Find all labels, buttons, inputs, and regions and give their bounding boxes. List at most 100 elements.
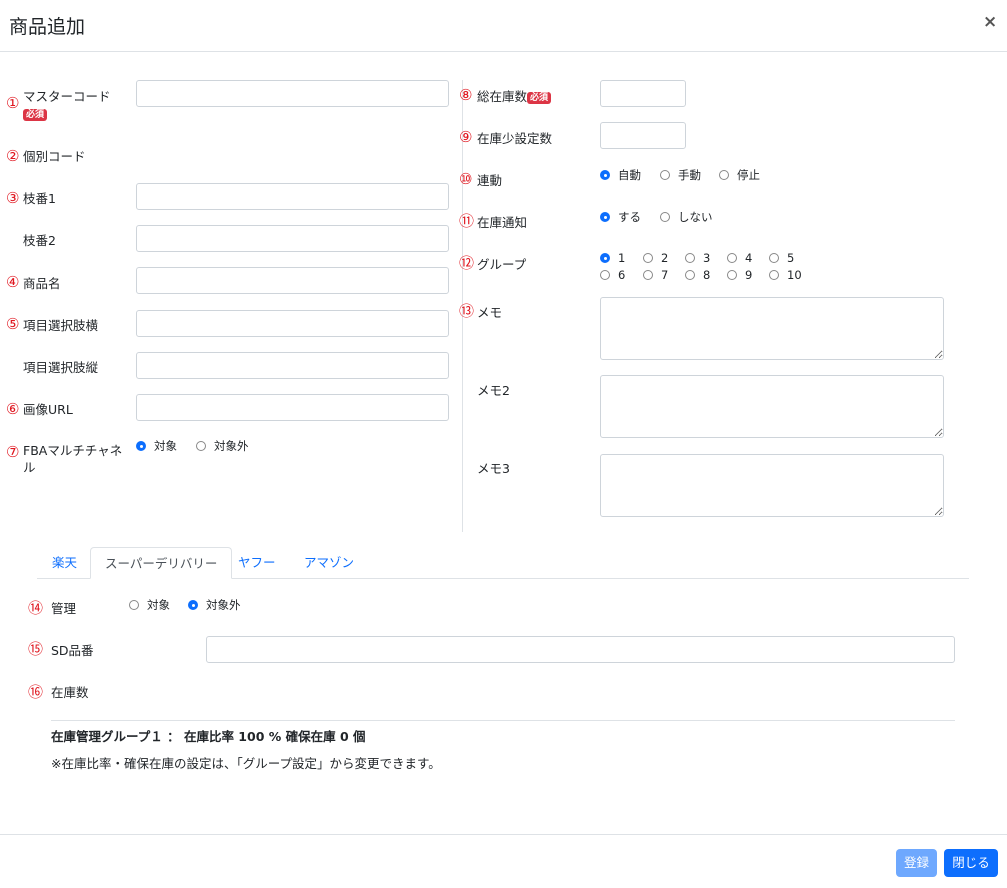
radio-indicator (769, 270, 779, 280)
group-option-8: 8 (703, 268, 711, 282)
memo2-textarea[interactable] (600, 375, 944, 438)
radio-indicator (600, 212, 610, 222)
group-radio-6[interactable]: 6 (600, 268, 625, 282)
memo3-label: メモ3 (477, 461, 510, 476)
branch1-input[interactable] (136, 183, 449, 210)
group-option-4: 4 (745, 251, 753, 265)
manage-radio-target[interactable]: 対象 (129, 597, 170, 613)
group-radio-8[interactable]: 8 (685, 268, 710, 282)
item-vertical-label: 項目選択肢縦 (23, 360, 99, 375)
manage-label: 管理 (51, 601, 77, 616)
radio-indicator (188, 600, 198, 610)
branch2-label: 枝番2 (23, 233, 56, 248)
marker-3: ③ (6, 189, 20, 207)
fba-radio-nontarget[interactable]: 対象外 (196, 438, 249, 454)
header-divider (0, 51, 1007, 52)
tab-yahoo[interactable]: ヤフー (224, 547, 290, 579)
fba-label: FBAマルチチャネル (23, 443, 123, 475)
image-url-input[interactable] (136, 394, 449, 421)
modal-title: 商品追加 (9, 16, 86, 38)
radio-indicator (719, 170, 729, 180)
register-button[interactable]: 登録 (896, 849, 937, 877)
required-badge: 必須 (527, 91, 552, 104)
manage-option-nontarget: 対象外 (206, 598, 241, 612)
group-radio-7[interactable]: 7 (643, 268, 668, 282)
sd-code-label: SD品番 (51, 643, 94, 658)
marker-5: ⑤ (6, 315, 20, 333)
marker-13: ⑬ (459, 302, 475, 320)
marker-4: ④ (6, 273, 20, 291)
notify-option-yes: する (618, 210, 641, 224)
manage-radio-nontarget[interactable]: 対象外 (188, 597, 241, 613)
group-option-10: 10 (787, 268, 802, 282)
master-code-label-text: マスターコード (23, 89, 111, 104)
marker-16: ⑯ (28, 683, 44, 701)
notify-radio-no[interactable]: しない (660, 209, 713, 225)
low-stock-input[interactable] (600, 122, 686, 149)
radio-indicator (660, 212, 670, 222)
radio-indicator (600, 170, 610, 180)
marker-8: ⑧ (459, 86, 473, 104)
marker-12: ⑫ (459, 254, 475, 272)
group-radio-3[interactable]: 3 (685, 251, 710, 265)
radio-indicator (643, 270, 653, 280)
link-radio-stop[interactable]: 停止 (719, 167, 760, 183)
item-horizontal-input[interactable] (136, 310, 449, 337)
group-label: グループ (477, 257, 527, 272)
group-radio-9[interactable]: 9 (727, 268, 752, 282)
radio-indicator (600, 270, 610, 280)
link-label: 連動 (477, 173, 503, 188)
master-code-label: マスターコード必須 (23, 88, 133, 122)
branch2-input[interactable] (136, 225, 449, 252)
tab-rakuten[interactable]: 楽天 (38, 547, 91, 579)
radio-indicator (727, 270, 737, 280)
item-horizontal-label: 項目選択肢横 (23, 318, 99, 333)
item-vertical-input[interactable] (136, 352, 449, 379)
close-icon[interactable]: × (983, 12, 997, 32)
branch1-label: 枝番1 (23, 191, 56, 206)
memo-textarea[interactable] (600, 297, 944, 360)
radio-indicator (685, 270, 695, 280)
radio-indicator (196, 441, 206, 451)
radio-indicator (685, 253, 695, 263)
image-url-label: 画像URL (23, 402, 73, 417)
required-badge: 必須 (23, 108, 48, 121)
fba-option-nontarget: 対象外 (214, 439, 249, 453)
group-option-6: 6 (618, 268, 626, 282)
group-radio-5[interactable]: 5 (769, 251, 794, 265)
product-name-input[interactable] (136, 267, 449, 294)
sd-code-input[interactable] (206, 636, 955, 663)
total-stock-label: 総在庫数 必須 (477, 88, 552, 105)
stock-note: ※在庫比率・確保在庫の設定は、「グループ設定」から変更できます。 (51, 756, 441, 771)
marker-11: ⑪ (459, 212, 475, 230)
group-radio-2[interactable]: 2 (643, 251, 668, 265)
footer-divider (0, 834, 1007, 835)
master-code-input[interactable] (136, 80, 449, 107)
tab-super-delivery[interactable]: スーパーデリバリー (90, 547, 233, 579)
notify-radio-yes[interactable]: する (600, 209, 641, 225)
tab-amazon[interactable]: アマゾン (290, 547, 368, 579)
fba-option-target: 対象 (154, 439, 177, 453)
group-option-9: 9 (745, 268, 753, 282)
radio-indicator (769, 253, 779, 263)
memo3-textarea[interactable] (600, 454, 944, 517)
stock-label: 在庫数 (51, 685, 89, 700)
memo2-label: メモ2 (477, 383, 510, 398)
link-radio-auto[interactable]: 自動 (600, 167, 641, 183)
marker-15: ⑮ (28, 640, 44, 658)
link-option-stop: 停止 (737, 168, 760, 182)
total-stock-input[interactable] (600, 80, 686, 107)
marker-2: ② (6, 147, 20, 165)
link-option-manual: 手動 (678, 168, 701, 182)
link-radio-manual[interactable]: 手動 (660, 167, 701, 183)
group-radio-10[interactable]: 10 (769, 268, 802, 282)
fba-radio-target[interactable]: 対象 (136, 438, 177, 454)
radio-indicator (643, 253, 653, 263)
marker-7: ⑦ (6, 443, 20, 461)
group-radio-4[interactable]: 4 (727, 251, 752, 265)
group-option-1: 1 (618, 251, 626, 265)
group-option-7: 7 (661, 268, 669, 282)
memo-label: メモ (477, 305, 503, 320)
group-radio-1[interactable]: 1 (600, 251, 625, 265)
close-button[interactable]: 閉じる (944, 849, 998, 877)
